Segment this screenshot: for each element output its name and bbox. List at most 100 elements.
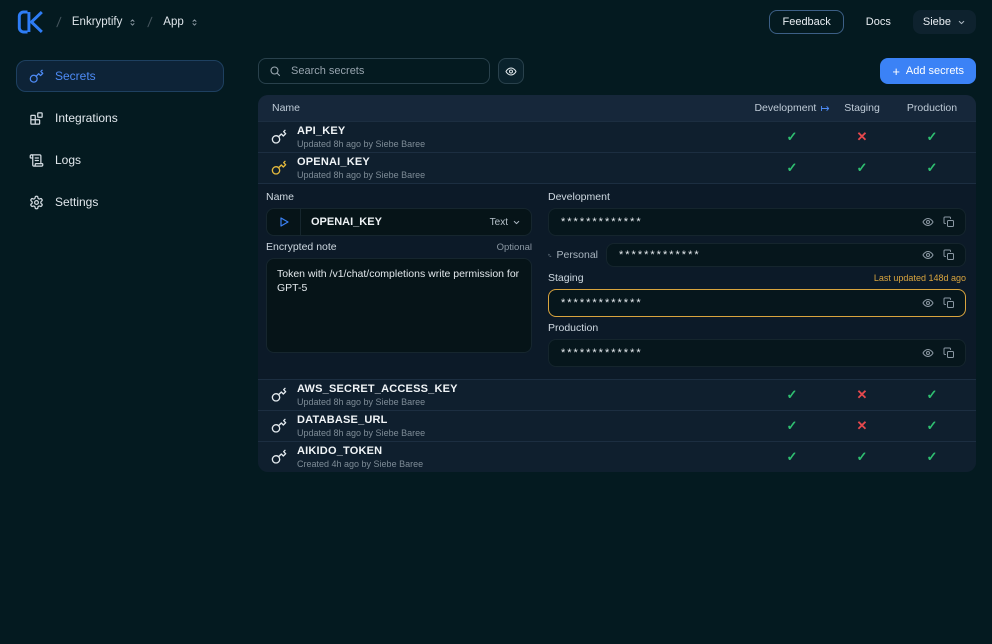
copy-development-button[interactable] bbox=[943, 216, 955, 228]
editor-right-column: Development Personal bbox=[548, 186, 966, 367]
key-icon bbox=[29, 69, 44, 84]
production-secret-input[interactable] bbox=[559, 346, 913, 360]
breadcrumb-project-select[interactable]: Enkryptify bbox=[72, 16, 138, 28]
table-row[interactable]: AWS_SECRET_ACCESS_KEY Updated 8h ago by … bbox=[258, 379, 976, 410]
secret-type-button[interactable] bbox=[267, 209, 301, 235]
topbar-left: / Enkryptify / App bbox=[16, 9, 199, 35]
note-field-label: Encrypted note bbox=[266, 241, 337, 253]
staging-field-label: Staging bbox=[548, 272, 584, 284]
copy-staging-button[interactable] bbox=[943, 297, 955, 309]
plus-icon: + bbox=[892, 65, 900, 78]
status-staging: ✕ bbox=[827, 129, 897, 145]
status-development: ✓ bbox=[757, 418, 827, 434]
toolbar: + Add secrets bbox=[258, 58, 976, 84]
table-row[interactable]: API_KEY Updated 8h ago by Siebe Baree ✓ … bbox=[258, 121, 976, 152]
main-content: + Add secrets Name Development ↦ Staging… bbox=[258, 58, 976, 472]
table-header: Name Development ↦ Staging Production bbox=[258, 95, 976, 121]
secret-name: AIKIDO_TOKEN bbox=[297, 445, 423, 458]
development-field-label: Development bbox=[548, 191, 610, 203]
sidebar-item-label: Secrets bbox=[55, 69, 96, 83]
play-triangle-icon bbox=[278, 216, 290, 228]
sidebar: Secrets Integrations Logs Settings bbox=[0, 44, 240, 644]
table-row[interactable]: DATABASE_URL Updated 8h ago by Siebe Bar… bbox=[258, 410, 976, 441]
feedback-button[interactable]: Feedback bbox=[769, 10, 843, 34]
sidebar-item-settings[interactable]: Settings bbox=[16, 186, 224, 218]
status-production: ✓ bbox=[897, 160, 967, 176]
breadcrumb-separator: / bbox=[56, 14, 62, 30]
column-header-production[interactable]: Production bbox=[897, 102, 967, 114]
secret-name: API_KEY bbox=[297, 125, 425, 138]
table-row[interactable]: OPENAI_KEY Updated 8h ago by Siebe Baree… bbox=[258, 152, 976, 183]
eye-icon bbox=[922, 347, 934, 359]
status-production: ✓ bbox=[897, 387, 967, 403]
topbar: / Enkryptify / App Feedback Docs Siebe bbox=[0, 0, 992, 44]
status-staging: ✓ bbox=[827, 449, 897, 465]
copy-production-button[interactable] bbox=[943, 347, 955, 359]
sidebar-item-logs[interactable]: Logs bbox=[16, 144, 224, 176]
status-production: ✓ bbox=[897, 449, 967, 465]
breadcrumb-workspace-select[interactable]: App bbox=[163, 16, 198, 28]
add-secrets-label: Add secrets bbox=[906, 65, 964, 77]
personal-label: Personal bbox=[548, 249, 598, 261]
key-icon bbox=[271, 160, 287, 176]
secret-name-cell: API_KEY Updated 8h ago by Siebe Baree bbox=[258, 125, 757, 150]
name-field-label: Name bbox=[266, 191, 294, 203]
sidebar-item-secrets[interactable]: Secrets bbox=[16, 60, 224, 92]
production-secret-field bbox=[548, 339, 966, 367]
copy-personal-button[interactable] bbox=[943, 249, 955, 261]
sidebar-item-label: Settings bbox=[55, 195, 98, 209]
add-secrets-button[interactable]: + Add secrets bbox=[880, 58, 976, 84]
secret-meta: Updated 8h ago by Siebe Baree bbox=[297, 139, 425, 150]
search-input[interactable] bbox=[289, 64, 479, 78]
workspace-name: App bbox=[163, 16, 183, 28]
status-production: ✓ bbox=[897, 129, 967, 145]
secret-meta: Updated 8h ago by Siebe Baree bbox=[297, 397, 458, 408]
status-production: ✓ bbox=[897, 418, 967, 434]
table-row[interactable]: AIKIDO_TOKEN Created 4h ago by Siebe Bar… bbox=[258, 441, 976, 472]
secret-name: DATABASE_URL bbox=[297, 414, 425, 427]
note-optional-label: Optional bbox=[497, 242, 532, 253]
docs-button[interactable]: Docs bbox=[860, 15, 897, 29]
secret-editor: Name Text Encrypted note Optional bbox=[258, 183, 976, 379]
key-icon bbox=[271, 418, 287, 434]
eye-icon bbox=[505, 65, 517, 78]
value-type-select[interactable]: Text bbox=[490, 217, 531, 228]
chevron-down-icon bbox=[512, 218, 521, 227]
column-header-development[interactable]: Development ↦ bbox=[757, 102, 827, 115]
reveal-development-button[interactable] bbox=[922, 216, 934, 228]
blocks-icon bbox=[29, 111, 44, 126]
key-icon bbox=[271, 387, 287, 403]
encrypted-note-input[interactable]: Token with /v1/chat/completions write pe… bbox=[266, 258, 532, 353]
project-name: Enkryptify bbox=[72, 16, 123, 28]
chevron-down-icon bbox=[957, 18, 966, 27]
staging-secret-field bbox=[548, 289, 966, 317]
sidebar-item-integrations[interactable]: Integrations bbox=[16, 102, 224, 134]
copy-icon bbox=[943, 216, 955, 228]
status-development: ✓ bbox=[757, 160, 827, 176]
status-development: ✓ bbox=[757, 449, 827, 465]
secret-name-input[interactable] bbox=[301, 216, 490, 228]
branch-icon bbox=[548, 250, 552, 261]
secret-name-cell: AIKIDO_TOKEN Created 4h ago by Siebe Bar… bbox=[258, 445, 757, 470]
enkryptify-logo[interactable] bbox=[16, 9, 46, 35]
editor-left-column: Name Text Encrypted note Optional bbox=[266, 186, 532, 367]
development-secret-input[interactable] bbox=[559, 215, 913, 229]
secret-meta: Created 4h ago by Siebe Baree bbox=[297, 459, 423, 470]
secret-name-cell: DATABASE_URL Updated 8h ago by Siebe Bar… bbox=[258, 414, 757, 439]
staging-secret-input[interactable] bbox=[559, 296, 913, 310]
column-header-staging[interactable]: Staging bbox=[827, 102, 897, 114]
reveal-staging-button[interactable] bbox=[922, 297, 934, 309]
reveal-personal-button[interactable] bbox=[922, 249, 934, 261]
secret-name-cell: OPENAI_KEY Updated 8h ago by Siebe Baree bbox=[258, 156, 757, 181]
user-menu-button[interactable]: Siebe bbox=[913, 10, 976, 34]
copy-icon bbox=[943, 347, 955, 359]
key-icon bbox=[271, 129, 287, 145]
search-box[interactable] bbox=[258, 58, 490, 84]
personal-secret-input[interactable] bbox=[617, 248, 913, 262]
secret-name: OPENAI_KEY bbox=[297, 156, 425, 169]
secret-name-field: Text bbox=[266, 208, 532, 236]
reveal-production-button[interactable] bbox=[922, 347, 934, 359]
development-secret-field bbox=[548, 208, 966, 236]
reveal-all-button[interactable] bbox=[498, 58, 524, 84]
select-chevrons-icon bbox=[190, 17, 199, 28]
